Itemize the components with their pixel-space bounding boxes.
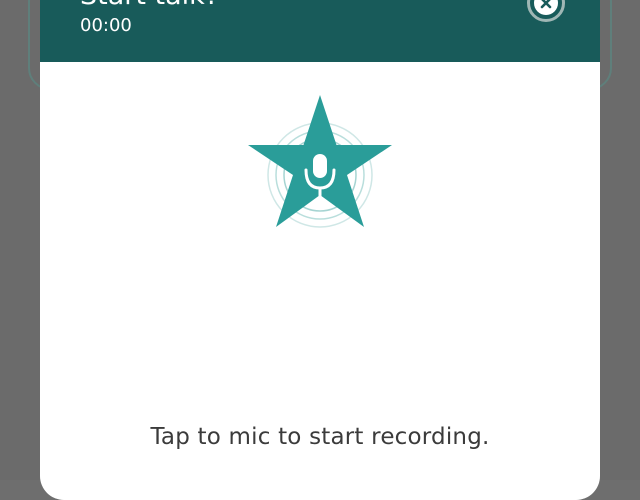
close-button[interactable] — [527, 0, 565, 22]
dialog-header: Start talk? 00:00 — [40, 0, 600, 62]
instruction-text: Tap to mic to start recording. — [150, 424, 490, 450]
recording-dialog: Start talk? 00:00 Tap to mic to — [40, 0, 600, 500]
record-mic-button[interactable] — [240, 75, 400, 235]
recording-timer: 00:00 — [80, 15, 132, 36]
dialog-title: Start talk? — [80, 0, 219, 12]
close-icon — [534, 0, 558, 15]
